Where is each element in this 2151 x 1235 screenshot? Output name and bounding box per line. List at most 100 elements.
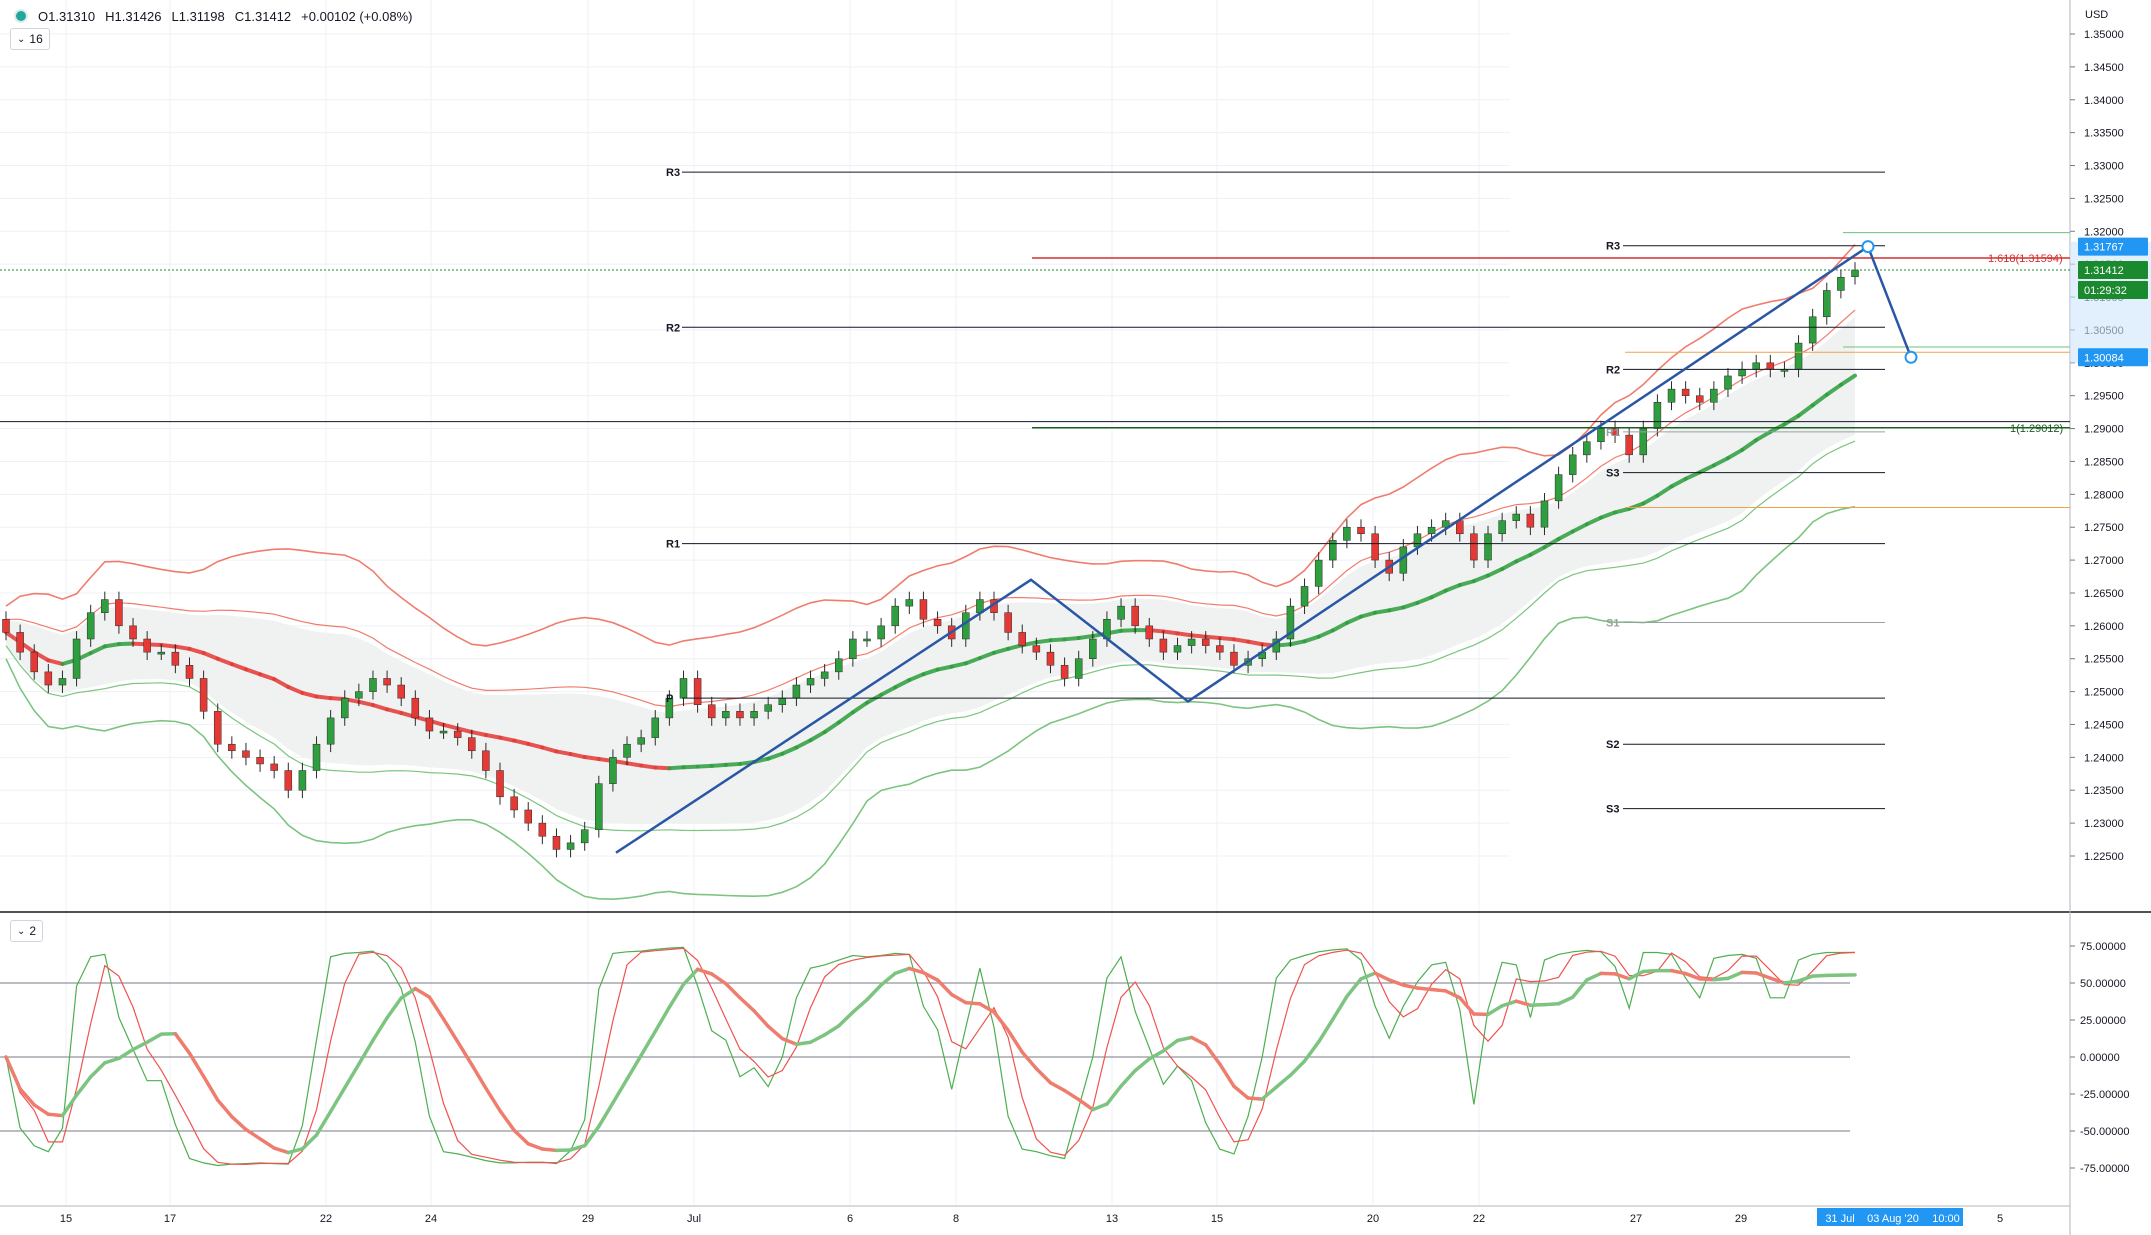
candle-body xyxy=(1540,500,1549,528)
osc-slow-segment xyxy=(540,1147,559,1153)
osc-slow-segment xyxy=(1528,1002,1547,1007)
candle-body xyxy=(1004,612,1012,633)
x-tick-label: 20 xyxy=(1367,1213,1379,1225)
osc-indicators-toggle[interactable]: ⌄ 2 xyxy=(10,920,44,942)
moving-average-segment xyxy=(723,761,742,767)
symbol-status-icon[interactable] xyxy=(14,9,28,23)
candle-body xyxy=(679,678,688,699)
x-tick-label: 24 xyxy=(425,1213,437,1225)
y-tick-label: 1.26500 xyxy=(2084,588,2124,600)
candle-body xyxy=(1738,369,1746,377)
candle-body xyxy=(1074,658,1083,679)
pattern-handle xyxy=(1861,240,1875,254)
chart-canvas[interactable]: R3 R2 R1 P R3 R2 R1 S3 S1 S2 S3 1(1.29012) 1.618(1.3… xyxy=(0,0,2151,1235)
y-tick-label: 1.27000 xyxy=(2084,555,2124,567)
candle-body xyxy=(58,678,67,686)
candle-body xyxy=(1230,651,1238,666)
x-tick-label: 17 xyxy=(164,1213,176,1225)
candle-body xyxy=(129,625,137,640)
candle-body xyxy=(1117,605,1125,620)
y-tick-label: 1.29000 xyxy=(2084,424,2124,436)
pivot-label-s1: S1 xyxy=(1606,618,1619,630)
moving-average-segment xyxy=(314,694,333,701)
moving-average-segment xyxy=(681,764,700,770)
osc-tick-label: -75.00000 xyxy=(2080,1163,2130,1175)
y-tick-label: 1.34000 xyxy=(2084,95,2124,107)
pivot-label-r2: R2 xyxy=(666,322,680,334)
candle-body xyxy=(1681,388,1690,396)
y-tick-label: 1.26000 xyxy=(2084,621,2124,633)
candle-body xyxy=(764,704,772,712)
osc-slow-segment xyxy=(1429,987,1448,993)
candle-body xyxy=(580,829,589,844)
osc-slow-segment xyxy=(1740,970,1758,975)
candle-body xyxy=(736,711,744,719)
moving-average-segment xyxy=(1246,639,1265,647)
candle-body xyxy=(72,638,81,679)
candle-body xyxy=(538,822,547,837)
candle-body xyxy=(1794,342,1803,370)
osc-slow-segment xyxy=(1542,1002,1561,1007)
price-range-highlight xyxy=(2070,241,2151,363)
moving-average-segment xyxy=(1076,634,1095,641)
y-tick-label: 1.33500 xyxy=(2084,128,2124,140)
x-tick-label: 6 xyxy=(847,1213,853,1225)
candle-body xyxy=(919,599,928,620)
osc-slow-segment xyxy=(794,1040,813,1046)
candle-body xyxy=(115,599,123,627)
candle-body xyxy=(1583,441,1591,456)
pivot-label-s3: S3 xyxy=(1606,468,1619,480)
osc-slow-segment xyxy=(1697,977,1716,982)
y-tick-label: 1.28500 xyxy=(2084,456,2124,468)
moving-average-segment xyxy=(639,763,658,770)
moving-average-segment xyxy=(1203,634,1222,641)
candle-body xyxy=(185,665,194,679)
x-tick-label: 5 xyxy=(1997,1213,2003,1225)
candle-body xyxy=(778,697,787,706)
ohlc-open: O1.31310 xyxy=(38,8,96,24)
y-tick-label: 1.24000 xyxy=(2084,752,2124,764)
y-tick-label: 1.25500 xyxy=(2084,654,2124,666)
candle-body xyxy=(453,730,462,738)
osc-tick-label: -25.00000 xyxy=(2080,1089,2130,1101)
y-tick-label: 1.32500 xyxy=(2084,193,2124,205)
candle-body xyxy=(1851,269,1859,277)
candle-body xyxy=(623,743,631,758)
moving-average-segment xyxy=(582,755,601,762)
candle-body xyxy=(468,737,476,752)
candle-body xyxy=(651,717,660,738)
candle-body xyxy=(1512,513,1521,521)
pivot-label-r1: R1 xyxy=(666,539,680,551)
ohlc-legend: O1.31310 H1.31426 L1.31198 C1.31412 +0.0… xyxy=(14,4,412,28)
countdown-label: 01:29:32 xyxy=(2084,285,2127,297)
moving-average-segment xyxy=(159,643,178,649)
y-tick-label: 1.23000 xyxy=(2084,818,2124,830)
candle-body xyxy=(1484,533,1492,561)
osc-slow-segment xyxy=(1415,986,1434,992)
moving-average-segment xyxy=(483,733,503,740)
osc-tick-label: 75.00000 xyxy=(2080,941,2126,953)
ohlc-close: C1.31412 xyxy=(234,8,292,24)
candle-body xyxy=(933,619,942,627)
candle-body xyxy=(1201,638,1210,646)
candle-body xyxy=(792,684,801,699)
osc-tick-label: -50.00000 xyxy=(2080,1126,2130,1138)
main-indicators-toggle[interactable]: ⌄ 16 xyxy=(10,28,50,50)
candle-body xyxy=(1089,638,1097,659)
x-tick-label: 22 xyxy=(1473,1213,1485,1225)
moving-average-segment xyxy=(709,762,728,768)
moving-average-segment xyxy=(1175,631,1194,638)
y-tick-label: 1.34500 xyxy=(2084,62,2124,74)
osc-indicator-count: 2 xyxy=(29,924,37,938)
candle-body xyxy=(1752,362,1760,370)
pivot-label-r1: R1 xyxy=(1606,427,1620,439)
candle-body xyxy=(1032,645,1041,653)
candle-body xyxy=(510,796,518,811)
candle-body xyxy=(1568,454,1577,475)
candle-body xyxy=(849,638,857,659)
osc-tick-label: 0.00000 xyxy=(2080,1052,2120,1064)
candle-body xyxy=(1724,375,1732,390)
candle-body xyxy=(171,651,180,666)
candle-body xyxy=(1667,388,1676,403)
candle-body xyxy=(439,730,448,734)
